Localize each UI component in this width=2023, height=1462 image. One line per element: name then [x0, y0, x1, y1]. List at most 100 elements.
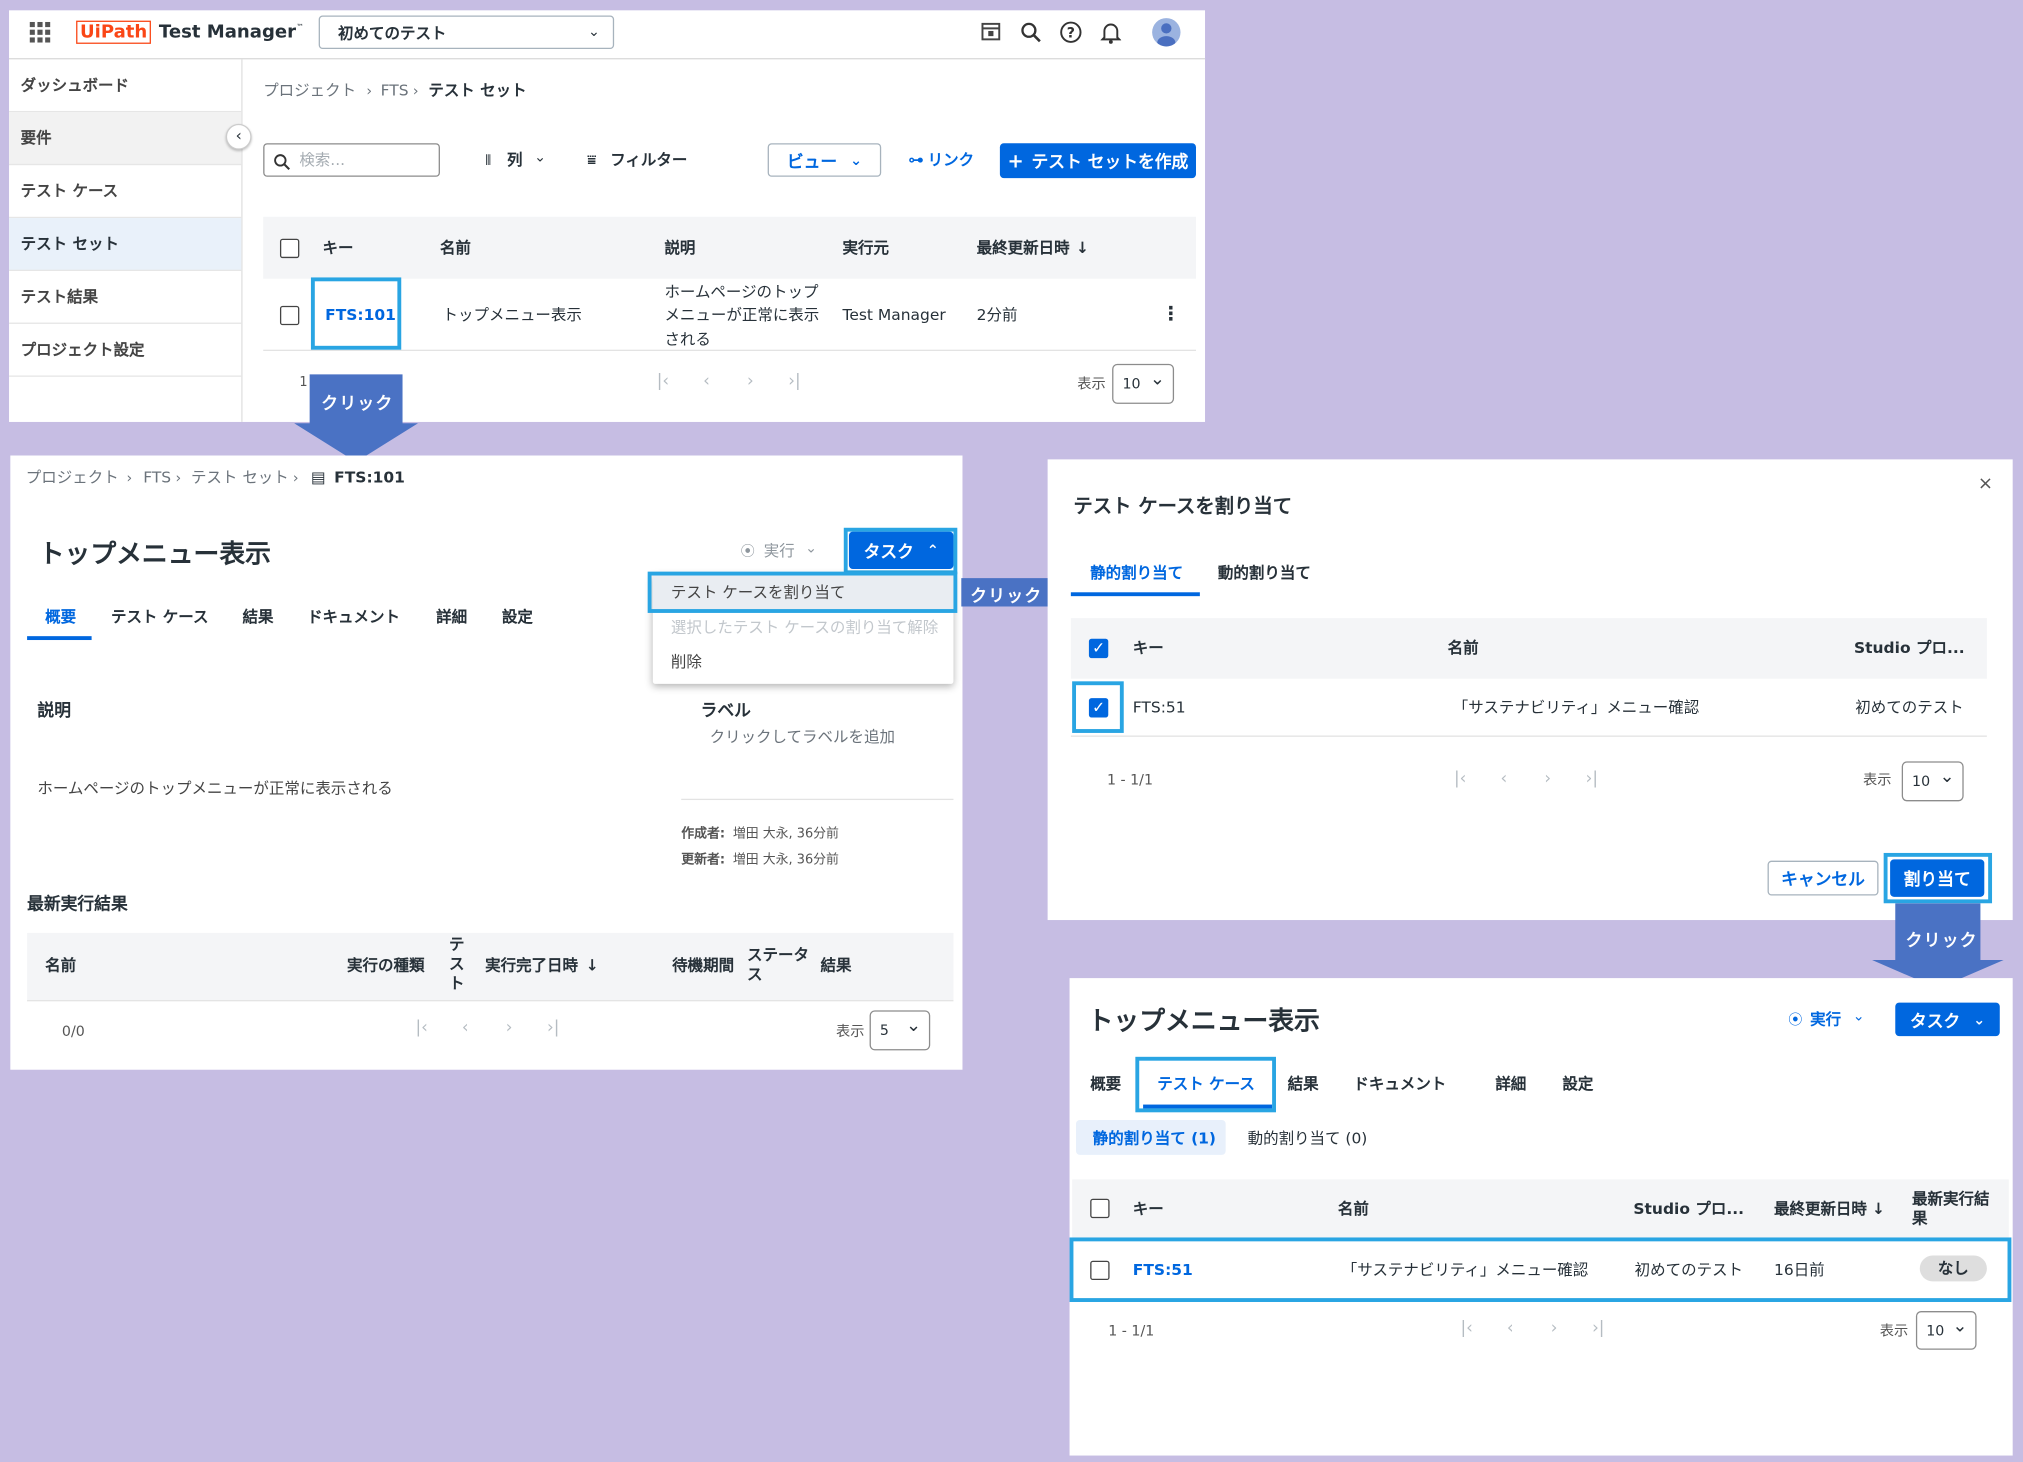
help-icon[interactable]: ?: [1059, 21, 1082, 44]
test-sets-panel: UiPath Test Manager ™ 初めてのテスト ⌄ ? ダッシュボー…: [9, 10, 1206, 422]
page-size-select[interactable]: 10 ⌄: [1901, 761, 1964, 802]
user-avatar-icon[interactable]: [1152, 18, 1181, 47]
subtab-static[interactable]: 静的割り当て (1): [1076, 1120, 1226, 1155]
highlight-assign-menu: [647, 571, 958, 613]
nav-test-sets[interactable]: テスト セット: [9, 218, 242, 271]
tab-settings[interactable]: 設定: [502, 609, 533, 624]
bell-icon[interactable]: [1100, 21, 1122, 44]
sort-down-icon[interactable]: ↓: [586, 957, 599, 972]
page-size-select[interactable]: 10 ⌄: [1112, 363, 1175, 404]
menu-delete[interactable]: 削除: [671, 654, 702, 669]
test-set-result-panel: トップメニュー表示 ⦿ 実行 ⌄ タスク ⌄ 概要 テスト ケース 結果 ドキュメ…: [1069, 978, 2013, 1456]
first-page-icon[interactable]: |‹: [1460, 1320, 1472, 1337]
app-grid-icon[interactable]: [29, 21, 51, 43]
create-test-set-button[interactable]: + テスト セットを作成: [999, 143, 1196, 179]
tab-details[interactable]: 詳細: [1495, 1076, 1526, 1091]
nav-test-results[interactable]: テスト結果: [9, 271, 242, 324]
page-title: トップメニュー表示: [38, 538, 271, 570]
search-input[interactable]: 検索...: [263, 143, 440, 177]
last-page-icon[interactable]: ›|: [1586, 770, 1598, 787]
nav-test-cases[interactable]: テスト ケース: [9, 165, 242, 219]
tab-settings[interactable]: 設定: [1562, 1076, 1593, 1091]
view-dropdown[interactable]: ビュー ⌄: [767, 143, 882, 177]
close-icon[interactable]: ×: [1978, 475, 1993, 493]
tab-documents[interactable]: ドキュメント: [307, 609, 400, 624]
description-heading: 説明: [37, 701, 71, 722]
next-page-icon[interactable]: ›: [506, 1019, 513, 1036]
tab-overview[interactable]: 概要: [45, 609, 76, 624]
tab-details[interactable]: 詳細: [436, 609, 467, 624]
select-all-checkbox[interactable]: [1090, 1198, 1110, 1219]
breadcrumb-projects[interactable]: プロジェクト: [263, 83, 356, 98]
menu-unassign: 選択したテスト ケースの割り当て解除: [670, 618, 939, 637]
click-callout-2: クリック: [970, 587, 1043, 607]
project-selector[interactable]: 初めてのテスト ⌄: [318, 15, 615, 50]
task-button[interactable]: タスク ⌄: [1895, 1002, 2000, 1037]
cancel-button[interactable]: キャンセル: [1767, 860, 1879, 896]
test-set-detail-panel: プロジェクト › FTS › テスト セット › ▤ FTS:101 トップメニ…: [10, 455, 963, 1070]
prev-page-icon[interactable]: ‹: [462, 1019, 469, 1036]
next-page-icon[interactable]: ›: [747, 373, 754, 390]
tab-results[interactable]: 結果: [243, 609, 274, 624]
sort-down-icon[interactable]: ↓: [1076, 240, 1089, 255]
last-page-icon[interactable]: ›|: [788, 373, 800, 390]
first-page-icon[interactable]: |‹: [657, 373, 669, 390]
test-set-doc-icon: ▤: [310, 468, 326, 487]
latest-results-heading: 最新実行結果: [27, 895, 128, 915]
tab-overview[interactable]: 概要: [1090, 1076, 1121, 1091]
tab-results[interactable]: 結果: [1288, 1076, 1319, 1091]
columns-icon: ⦀: [485, 152, 491, 170]
row-checkbox[interactable]: [279, 305, 300, 326]
next-page-icon[interactable]: ›: [1544, 770, 1551, 787]
nav-project-settings[interactable]: プロジェクト設定: [9, 324, 242, 377]
highlight-task: [843, 527, 958, 575]
tab-static-assign[interactable]: 静的割り当て: [1090, 565, 1183, 580]
results-table-header: 名前 実行の種類 テスト 実行完了日時 ↓ 待機期間 ステータス 結果: [27, 932, 954, 1001]
table-row[interactable]: FTS:101 トップメニュー表示 ホームページのトップ メニューが正常に表示 …: [263, 279, 1196, 351]
highlight-assign-button: [1883, 852, 1993, 904]
first-page-icon[interactable]: |‹: [415, 1019, 427, 1036]
highlight-row-checkbox: [1072, 681, 1124, 733]
play-icon: ⦿: [1788, 1011, 1803, 1029]
prev-page-icon[interactable]: ‹: [1507, 1320, 1514, 1337]
click-callout-3: クリック: [1905, 931, 1978, 952]
sort-down-icon[interactable]: ↓: [1872, 1201, 1885, 1216]
highlight-test-cases-tab: [1135, 1056, 1276, 1113]
click-callout-arrow-1: [294, 374, 419, 462]
chevron-down-icon: ⌄: [534, 148, 547, 166]
nav-dashboard[interactable]: ダッシュボード: [9, 59, 242, 113]
last-page-icon[interactable]: ›|: [1592, 1320, 1604, 1337]
add-label-hint[interactable]: クリックしてラベルを追加: [710, 729, 895, 744]
detail-tabs: 概要 テスト ケース 結果 ドキュメント 詳細 設定: [27, 608, 569, 641]
highlight-key: [310, 277, 402, 350]
more-actions-icon[interactable]: ⋮: [1161, 304, 1180, 324]
assign-test-cases-dialog: テスト ケースを割り当て × 静的割り当て 動的割り当て ✓ キー 名前 Stu…: [1047, 459, 2013, 921]
nav-requirements[interactable]: 要件: [9, 112, 242, 166]
sidebar: ダッシュボード 要件 テスト ケース テスト セット テスト結果 プロジェクト設…: [9, 59, 252, 422]
calendar-icon[interactable]: [981, 21, 1002, 42]
tab-documents[interactable]: ドキュメント: [1353, 1076, 1446, 1091]
label-heading: ラベル: [700, 701, 751, 722]
svg-text:?: ?: [1067, 25, 1075, 41]
tab-test-cases[interactable]: テスト ケース: [111, 609, 209, 624]
dialog-title: テスト ケースを割り当て: [1073, 494, 1293, 518]
next-page-icon[interactable]: ›: [1551, 1320, 1558, 1337]
select-all-checkbox[interactable]: ✓: [1088, 638, 1109, 659]
page-size-select[interactable]: 5 ⌄: [869, 1010, 931, 1051]
select-all-checkbox[interactable]: [279, 238, 300, 259]
last-page-icon[interactable]: ›|: [547, 1019, 559, 1036]
test-sets-table-header: キー 名前 説明 実行元 最終更新日時 ↓: [263, 216, 1196, 279]
prev-page-icon[interactable]: ‹: [703, 373, 710, 390]
link-icon: ⊶: [908, 150, 924, 170]
subtab-dynamic[interactable]: 動的割り当て (0): [1248, 1130, 1368, 1145]
prev-page-icon[interactable]: ‹: [1500, 770, 1507, 787]
breadcrumb-fts[interactable]: FTS: [381, 83, 409, 98]
search-icon[interactable]: [1021, 22, 1042, 43]
collapse-sidebar-button[interactable]: ‹: [225, 123, 252, 150]
dialog-tabs: 静的割り当て 動的割り当て: [1070, 563, 1355, 597]
first-page-icon[interactable]: |‹: [1454, 770, 1466, 787]
page-size-select[interactable]: 10 ⌄: [1915, 1311, 1977, 1350]
play-icon: ⦿: [740, 543, 755, 561]
table-row[interactable]: ✓ FTS:51 「サステナビリティ」メニュー確認 初めてのテスト: [1070, 679, 1987, 737]
tab-dynamic-assign[interactable]: 動的割り当て: [1218, 565, 1311, 580]
